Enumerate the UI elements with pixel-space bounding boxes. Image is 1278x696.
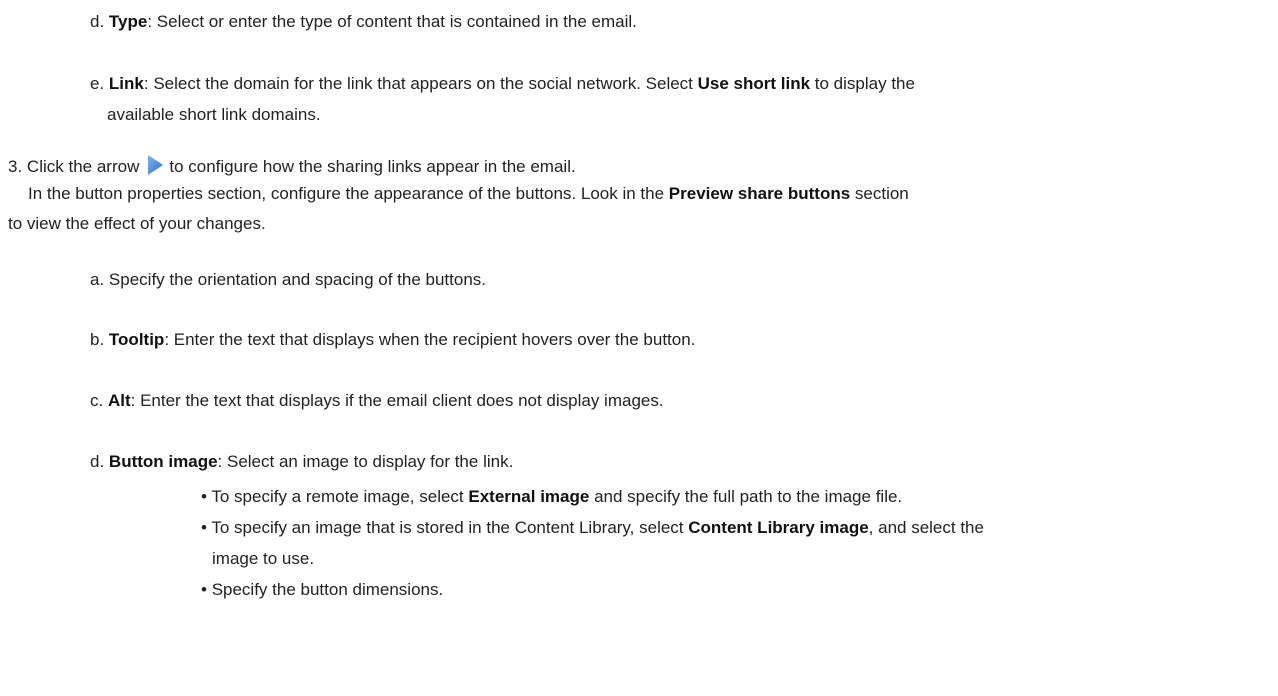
step-e-link: e. Link: Select the domain for the link …	[90, 74, 915, 94]
list-marker: d.	[90, 12, 105, 31]
term-preview-share-buttons: Preview share buttons	[668, 184, 851, 203]
step-text: section	[850, 184, 909, 203]
bullet-text: To specify an image that is stored in th…	[211, 518, 689, 537]
term-tooltip: Tooltip	[108, 330, 165, 349]
term-alt: Alt	[107, 391, 131, 410]
step-text: available short link domains.	[107, 105, 321, 124]
step-text: to configure how the sharing links appea…	[169, 157, 576, 176]
step-text: Specify the orientation and spacing of t…	[108, 270, 487, 289]
term-external-image: External image	[468, 487, 590, 506]
list-marker: 3.	[8, 157, 23, 176]
bullet-text: image to use.	[212, 549, 315, 568]
step-b-tooltip: b. Tooltip: Enter the text that displays…	[90, 330, 695, 350]
step-text: In the button properties section, config…	[28, 184, 669, 203]
step-3: 3. Click the arrow to configure how the s…	[8, 153, 576, 177]
bullet-icon: •	[201, 518, 207, 537]
list-marker: a.	[90, 270, 105, 289]
term-link: Link	[108, 74, 144, 93]
step-text: : Enter the text that displays when the …	[164, 330, 696, 349]
term-type: Type	[108, 12, 148, 31]
list-marker: c.	[90, 391, 104, 410]
bullet-text: Specify the button dimensions.	[211, 580, 444, 599]
bullet-content-library: • To specify an image that is stored in …	[201, 518, 984, 538]
step-3-para: In the button properties section, config…	[28, 184, 909, 204]
step-text: : Select or enter the type of content th…	[147, 12, 637, 31]
list-marker: b.	[90, 330, 105, 349]
step-d-button-image: d. Button image: Select an image to disp…	[90, 452, 513, 472]
step-a-orientation: a. Specify the orientation and spacing o…	[90, 270, 486, 290]
step-text: Click the arrow	[26, 157, 140, 176]
document-page: d. Type: Select or enter the type of con…	[0, 0, 1278, 696]
step-c-alt: c. Alt: Enter the text that displays if …	[90, 391, 664, 411]
step-text: to view the effect of your changes.	[8, 214, 266, 233]
term-button-image: Button image	[108, 452, 218, 471]
bullet-content-library-cont: image to use.	[212, 549, 314, 569]
bullet-icon: •	[201, 487, 207, 506]
step-text: : Select the domain for the link that ap…	[143, 74, 698, 93]
step-d-type: d. Type: Select or enter the type of con…	[90, 12, 637, 32]
bullet-external-image: • To specify a remote image, select Exte…	[201, 487, 902, 507]
step-3-para-cont: to view the effect of your changes.	[8, 214, 266, 234]
term-use-short-link: Use short link	[697, 74, 811, 93]
bullet-text: and specify the full path to the image f…	[589, 487, 903, 506]
bullet-icon: •	[201, 580, 207, 599]
bullet-text: To specify a remote image, select	[211, 487, 469, 506]
step-text: to display the	[810, 74, 915, 93]
bullet-dimensions: • Specify the button dimensions.	[201, 580, 443, 600]
play-arrow-icon	[145, 153, 165, 177]
list-marker: e.	[90, 74, 105, 93]
step-text: : Select an image to display for the lin…	[217, 452, 514, 471]
bullet-text: , and select the	[868, 518, 984, 537]
step-text: : Enter the text that displays if the em…	[130, 391, 664, 410]
term-content-library-image: Content Library image	[688, 518, 869, 537]
step-e-link-cont: available short link domains.	[107, 105, 321, 125]
list-marker: d.	[90, 452, 105, 471]
